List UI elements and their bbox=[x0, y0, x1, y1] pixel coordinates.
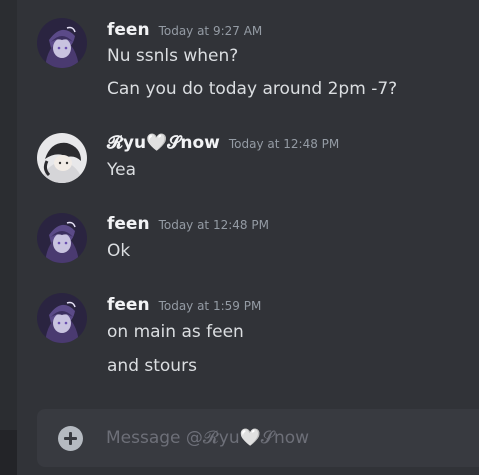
timestamp[interactable]: Today at 12:48 PM bbox=[229, 137, 339, 151]
avatar[interactable] bbox=[37, 213, 87, 263]
anime-avatar-purple-icon bbox=[37, 213, 87, 263]
timestamp[interactable]: Today at 1:59 PM bbox=[159, 299, 262, 313]
message-header: feen Today at 12:48 PM bbox=[107, 214, 269, 238]
username[interactable]: feen bbox=[107, 295, 150, 315]
timestamp[interactable]: Today at 9:27 AM bbox=[159, 24, 263, 38]
message-group: feen Today at 1:59 PM on main as feen and… bbox=[17, 280, 479, 405]
message-header: feen Today at 1:59 PM bbox=[107, 295, 261, 319]
left-panel-edge bbox=[0, 0, 17, 430]
message-header: 𝓡yu🤍𝓢now Today at 12:48 PM bbox=[107, 133, 339, 157]
message-text: Ok bbox=[107, 241, 131, 261]
message-text: Yea bbox=[107, 160, 137, 180]
message-text: Can you do today around 2pm -7? bbox=[107, 79, 398, 99]
message-text: Nu ssnls when? bbox=[107, 46, 239, 66]
message-header: feen Today at 9:27 AM bbox=[107, 20, 262, 44]
left-panel-footer-edge bbox=[0, 430, 17, 475]
message-composer bbox=[37, 409, 479, 467]
timestamp[interactable]: Today at 12:48 PM bbox=[159, 218, 269, 232]
avatar[interactable] bbox=[37, 18, 87, 68]
anime-avatar-purple-icon bbox=[37, 18, 87, 68]
message-text: and stours bbox=[107, 356, 197, 376]
message-text: on main as feen bbox=[107, 322, 244, 342]
username[interactable]: feen bbox=[107, 214, 150, 234]
username[interactable]: 𝓡yu🤍𝓢now bbox=[107, 133, 220, 153]
message-group: feen Today at 12:48 PM Ok bbox=[17, 200, 479, 280]
chat-window: feen Today at 9:27 AM Nu ssnls when? Can … bbox=[0, 0, 479, 475]
message-input[interactable] bbox=[106, 425, 466, 451]
username[interactable]: feen bbox=[107, 20, 150, 40]
avatar[interactable] bbox=[37, 133, 87, 183]
anime-avatar-white-icon bbox=[37, 133, 87, 183]
message-group: feen Today at 9:27 AM Nu ssnls when? Can … bbox=[17, 0, 479, 120]
plus-circle-icon[interactable] bbox=[58, 426, 83, 451]
anime-avatar-purple-icon bbox=[37, 293, 87, 343]
message-group: 𝓡yu🤍𝓢now Today at 12:48 PM Yea bbox=[17, 120, 479, 200]
avatar[interactable] bbox=[37, 293, 87, 343]
